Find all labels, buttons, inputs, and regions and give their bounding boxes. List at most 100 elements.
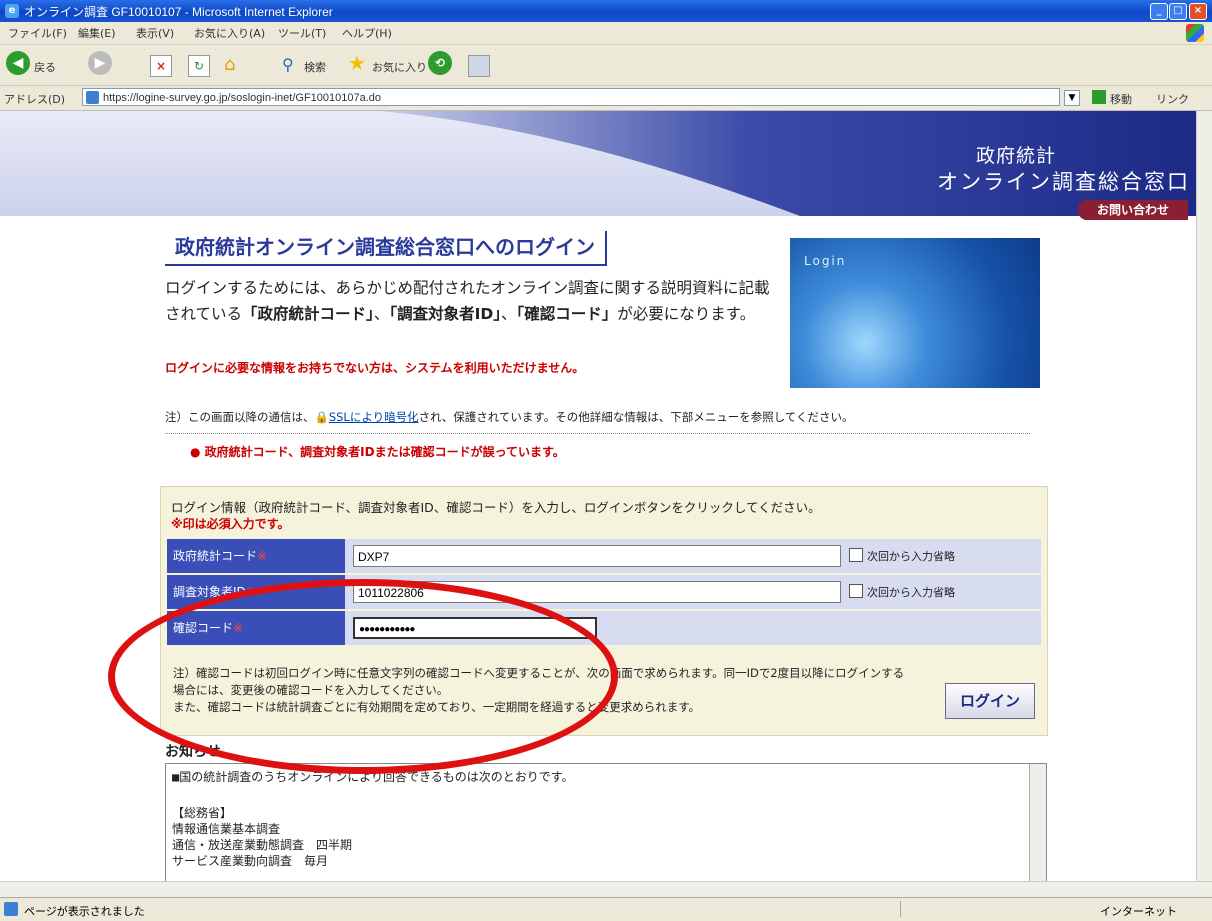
- page-done-icon: [4, 902, 18, 916]
- news-textarea[interactable]: ■国の統計調査のうちオンラインにより回答できるものは次のとおりです。 【総務省】…: [165, 763, 1047, 881]
- status-text: ページが表示されました: [24, 905, 145, 918]
- favorites-star-icon[interactable]: ★: [348, 53, 368, 73]
- menu-help[interactable]: ヘルプ(H): [342, 25, 392, 41]
- login-image: Login: [790, 238, 1040, 388]
- required-mark: ※: [233, 621, 244, 635]
- address-bar: アドレス(D) https://logine-survey.go.jp/sosl…: [0, 86, 1212, 111]
- news-heading: お知らせ: [165, 744, 221, 760]
- stop-icon[interactable]: ×: [150, 55, 172, 77]
- window-title-bar: e オンライン調査 GF10010107 - Microsoft Interne…: [0, 0, 1212, 22]
- stat-code-row: 政府統計コード※ DXP7 次回から入力省略: [167, 539, 1041, 573]
- back-button-label[interactable]: 戻る: [34, 59, 56, 75]
- go-arrow-icon[interactable]: [1092, 90, 1106, 104]
- refresh-icon[interactable]: ↻: [188, 55, 210, 77]
- respondent-id-label-text: 調査対象者ID: [173, 585, 246, 599]
- menu-tools[interactable]: ツール(T): [278, 25, 326, 41]
- form-note: 注）確認コードは初回ログイン時に任意文字列の確認コードへ変更することが、次の画面…: [173, 665, 913, 716]
- address-url: https://logine-survey.go.jp/soslogin-ine…: [103, 92, 382, 104]
- search-button-label[interactable]: 検索: [304, 59, 326, 75]
- go-button[interactable]: 移動: [1110, 91, 1132, 107]
- ssl-notice-post: され、保護されています。その他詳細な情報は、下部メニューを参照してください。: [418, 410, 854, 424]
- close-button[interactable]: ×: [1189, 3, 1207, 20]
- brand-line-1: 政府統計: [975, 145, 1056, 167]
- confirm-code-input[interactable]: ●●●●●●●●●●●: [353, 617, 597, 639]
- required-mark: ※: [245, 585, 256, 599]
- inquiry-button[interactable]: お問い合わせ: [1078, 200, 1188, 220]
- browser-toolbar: ◀ 戻る ▶ × ↻ ⌂ ⚲ 検索 ★ お気に入り ⟲: [0, 45, 1212, 86]
- stat-code-input[interactable]: DXP7: [353, 545, 841, 567]
- ssl-link[interactable]: SSLにより暗号化: [329, 410, 419, 424]
- home-icon[interactable]: ⌂: [224, 55, 246, 75]
- address-label: アドレス(D): [4, 93, 66, 106]
- intro-text: ログインするためには、あらかじめ配付されたオンライン調査に関する説明資料に記載さ…: [165, 275, 770, 327]
- confirm-code-label-text: 確認コード: [173, 621, 234, 635]
- status-bar: ページが表示されました インターネット: [0, 897, 1212, 921]
- stat-code-label-text: 政府統計コード: [173, 549, 258, 563]
- window-title: オンライン調査 GF10010107 - Microsoft Internet …: [24, 5, 333, 19]
- stat-code-remember-label: 次回から入力省略: [867, 550, 955, 563]
- login-image-text: Login: [804, 254, 847, 268]
- news-line: サービス産業動向調査 毎月: [172, 854, 329, 868]
- brand-line-2: オンライン調査総合窓口: [937, 170, 1190, 194]
- menu-bar: ファイル(F) 編集(E) 表示(V) お気に入り(A) ツール(T) ヘルプ(…: [0, 22, 1212, 45]
- news-line: 通信・放送産業動態調査 四半期: [172, 838, 353, 852]
- status-zone: インターネット: [1100, 905, 1177, 918]
- stat-code-label: 政府統計コード※: [167, 539, 345, 573]
- horizontal-scrollbar[interactable]: [0, 881, 1212, 898]
- error-message: ● 政府統計コード、調査対象者IDまたは確認コードが誤っています。: [190, 445, 565, 459]
- stat-code-remember-checkbox[interactable]: [849, 548, 863, 562]
- ie-icon: e: [5, 4, 19, 18]
- menu-favorites[interactable]: お気に入り(A): [194, 25, 265, 41]
- links-button[interactable]: リンク: [1156, 91, 1189, 107]
- minimize-button[interactable]: _: [1150, 3, 1168, 20]
- search-icon[interactable]: ⚲: [282, 55, 302, 75]
- address-input[interactable]: https://logine-survey.go.jp/soslogin-ine…: [82, 88, 1060, 106]
- form-instruction: ログイン情報（政府統計コード、調査対象者ID、確認コード）を入力し、ログインボタ…: [171, 500, 821, 515]
- respondent-id-remember-checkbox[interactable]: [849, 584, 863, 598]
- news-line: 情報通信業基本調査: [172, 822, 281, 836]
- required-mark: ※: [257, 549, 268, 563]
- divider: [165, 433, 1030, 434]
- respondent-id-remember-label: 次回から入力省略: [867, 586, 955, 599]
- news-line: 【総務省】: [172, 806, 233, 820]
- menu-edit[interactable]: 編集(E): [78, 25, 116, 41]
- forward-arrow-icon[interactable]: ▶: [88, 51, 112, 75]
- site-banner: 政府統計 オンライン調査総合窓口: [0, 111, 1196, 216]
- status-panel: [900, 901, 1021, 917]
- confirm-code-row: 確認コード※ ●●●●●●●●●●●: [167, 611, 1041, 645]
- news-scrollbar[interactable]: [1029, 764, 1046, 881]
- history-icon[interactable]: ⟲: [428, 51, 452, 75]
- intro-sep: 、: [373, 305, 390, 323]
- required-note: ※印は必須入力です。: [171, 517, 290, 531]
- login-form: ログイン情報（政府統計コード、調査対象者ID、確認コード）を入力し、ログインボタ…: [160, 486, 1048, 736]
- ssl-notice: 注）この画面以降の通信は、🔒SSLにより暗号化され、保護されています。その他詳細…: [165, 409, 854, 425]
- confirm-code-label: 確認コード※: [167, 611, 345, 645]
- respondent-id-input[interactable]: 1011022806: [353, 581, 841, 603]
- page-content: 政府統計 オンライン調査総合窓口 お問い合わせ 政府統計オンライン調査総合窓口へ…: [0, 111, 1196, 881]
- form-note-2: また、確認コードは統計調査ごとに有効期間を定めており、一定期間を経過すると変更求…: [173, 700, 701, 714]
- lock-icon: 🔒: [314, 410, 329, 424]
- windows-logo-icon: [1186, 24, 1204, 42]
- form-note-1: 注）確認コードは初回ログイン時に任意文字列の確認コードへ変更することが、次の画面…: [173, 666, 905, 697]
- page-icon: [86, 91, 99, 104]
- intro-sep: 、: [500, 305, 517, 323]
- intro-part: が必要になります。: [617, 305, 756, 323]
- news-line: ■国の統計調査のうちオンラインにより回答できるものは次のとおりです。: [172, 770, 574, 784]
- page-title: 政府統計オンライン調査総合窓口へのログイン: [165, 231, 607, 266]
- login-button[interactable]: ログイン: [945, 683, 1035, 719]
- ssl-notice-pre: 注）この画面以降の通信は、: [165, 410, 315, 424]
- menu-view[interactable]: 表示(V): [136, 25, 174, 41]
- mail-icon[interactable]: [468, 55, 490, 77]
- banner-wave-graphic: [380, 111, 1196, 216]
- respondent-id-label: 調査対象者ID※: [167, 575, 345, 609]
- intro-stat-code: 「政府統計コード」: [242, 305, 374, 323]
- back-arrow-icon[interactable]: ◀: [6, 51, 30, 75]
- intro-respondent-id: 「調査対象者ID」: [389, 305, 501, 323]
- menu-file[interactable]: ファイル(F): [8, 25, 67, 41]
- vertical-scrollbar[interactable]: [1196, 111, 1212, 881]
- respondent-id-row: 調査対象者ID※ 1011022806 次回から入力省略: [167, 575, 1041, 609]
- address-dropdown-icon[interactable]: ▼: [1064, 90, 1080, 106]
- favorites-button-label[interactable]: お気に入り: [372, 59, 427, 75]
- intro-confirm-code: 「確認コード」: [516, 305, 618, 323]
- maximize-button[interactable]: □: [1169, 3, 1187, 20]
